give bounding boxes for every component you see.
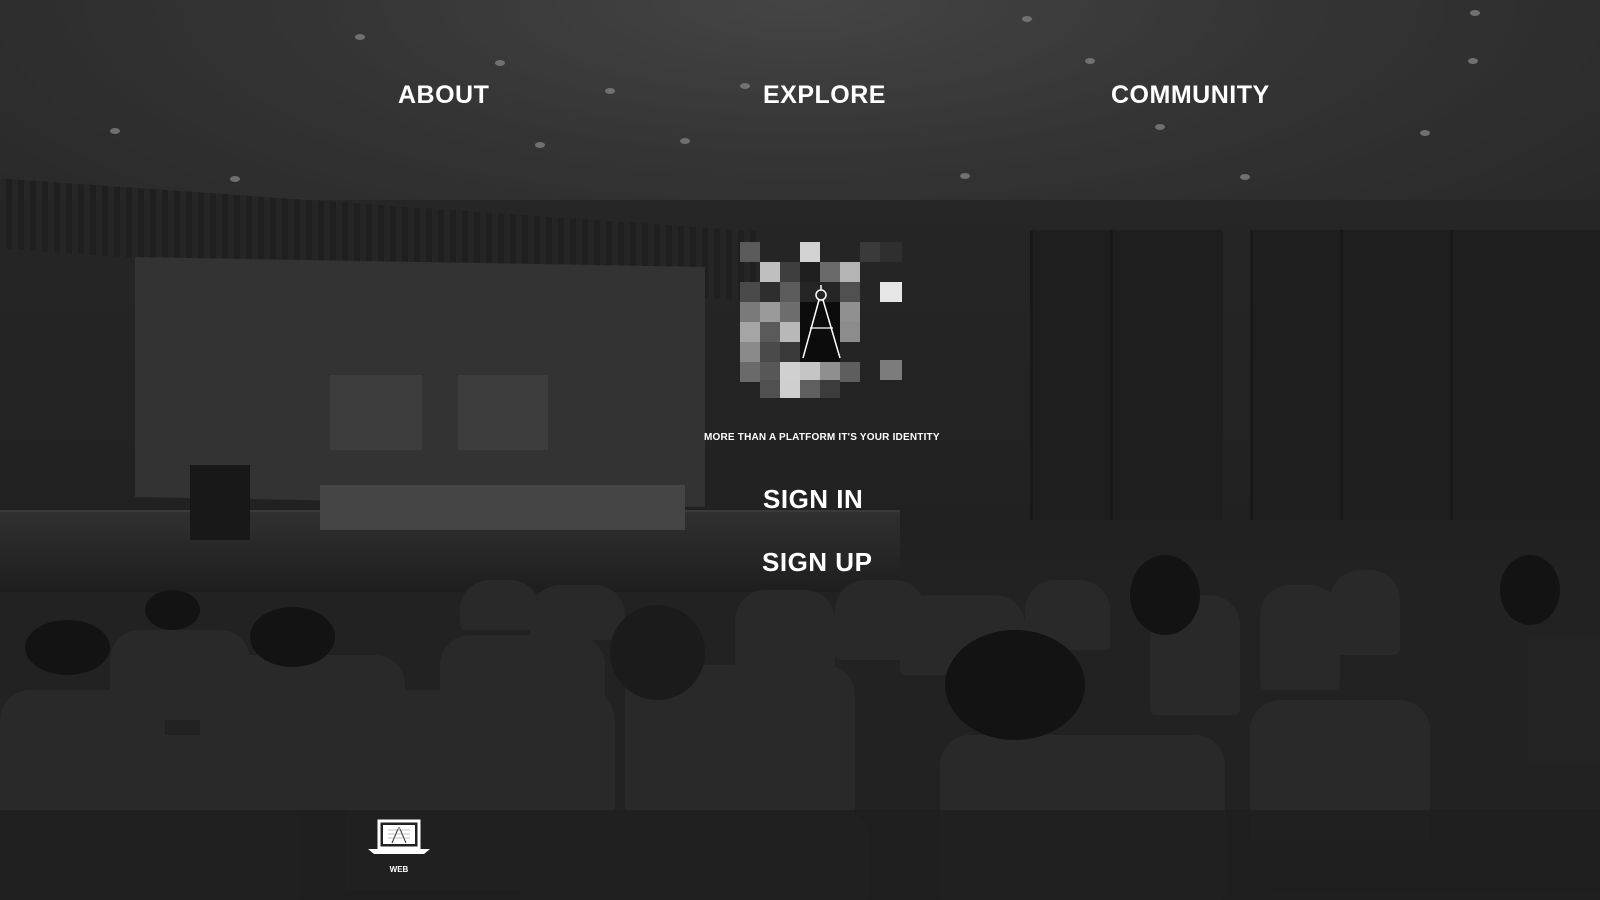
landing-page: ABOUT EXPLORE COMMUNITY MORE THAN A PLAT… [0, 0, 1600, 900]
tagline: MORE THAN A PLATFORM IT'S YOUR IDENTITY [704, 432, 940, 443]
dark-overlay [0, 0, 1600, 900]
nav-community-link[interactable]: COMMUNITY [1111, 81, 1270, 110]
sign-in-button[interactable]: SIGN IN [763, 484, 863, 515]
nav-about-link[interactable]: ABOUT [398, 81, 489, 110]
background-auditorium-photo [0, 0, 1600, 900]
footer-bar [0, 810, 1600, 900]
sign-up-button[interactable]: SIGN UP [762, 547, 872, 578]
web-platform-link[interactable]: WEB [366, 818, 432, 878]
pixel-compass-logo-icon [740, 240, 905, 400]
laptop-icon [368, 819, 430, 854]
nav-explore-link[interactable]: EXPLORE [763, 81, 886, 110]
web-label: WEB [389, 865, 409, 874]
